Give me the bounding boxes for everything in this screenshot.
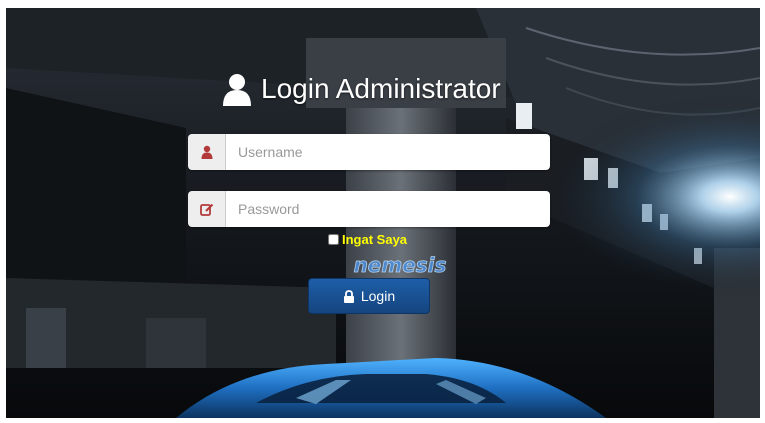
login-button[interactable]: Login bbox=[308, 278, 430, 314]
user-icon bbox=[188, 134, 226, 170]
login-page: Login Administrator Ingat Saya nemesis bbox=[6, 8, 760, 418]
username-group bbox=[188, 134, 550, 170]
password-group bbox=[188, 191, 550, 227]
page-title: Login Administrator bbox=[221, 66, 501, 112]
lock-icon bbox=[343, 289, 354, 303]
login-button-label: Login bbox=[360, 288, 396, 304]
remember-me-label: Ingat Saya bbox=[342, 232, 408, 247]
remember-me-checkbox[interactable] bbox=[328, 234, 339, 245]
watermark-text: nemesis bbox=[354, 253, 447, 277]
page-title-text: Login Administrator bbox=[261, 73, 501, 104]
edit-icon bbox=[188, 191, 226, 227]
user-icon bbox=[221, 72, 253, 106]
remember-me[interactable]: Ingat Saya bbox=[328, 232, 407, 247]
watermark-logo: nemesis bbox=[353, 253, 447, 278]
password-input[interactable] bbox=[226, 191, 550, 227]
username-input[interactable] bbox=[226, 134, 550, 170]
